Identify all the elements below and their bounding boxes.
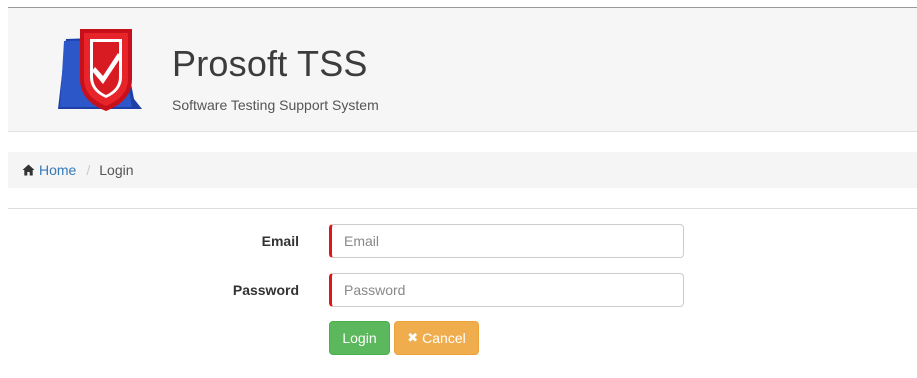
breadcrumb-separator: / (86, 162, 91, 178)
password-label: Password (232, 282, 299, 298)
app-logo (58, 29, 142, 111)
section-divider (8, 208, 917, 209)
close-icon: ✖ (407, 330, 419, 345)
cancel-button[interactable]: ✖ Cancel (394, 321, 479, 355)
breadcrumb-home-link[interactable]: Home (22, 162, 76, 178)
app-header: Prosoft TSS Software Testing Support Sys… (8, 7, 917, 132)
app-title: Prosoft TSS (172, 43, 368, 84)
app-subtitle: Software Testing Support System (172, 97, 379, 113)
login-button[interactable]: Login (329, 321, 390, 355)
cancel-button-label: Cancel (422, 330, 466, 346)
login-button-label: Login (342, 330, 377, 346)
login-page: Prosoft TSS Software Testing Support Sys… (0, 0, 917, 378)
email-field[interactable] (329, 224, 684, 258)
password-field[interactable] (329, 273, 684, 307)
breadcrumb: Home / Login (8, 152, 917, 188)
breadcrumb-home-label: Home (39, 162, 77, 178)
email-label: Email (261, 233, 299, 249)
home-icon (22, 164, 35, 176)
breadcrumb-current: Login (99, 162, 134, 178)
